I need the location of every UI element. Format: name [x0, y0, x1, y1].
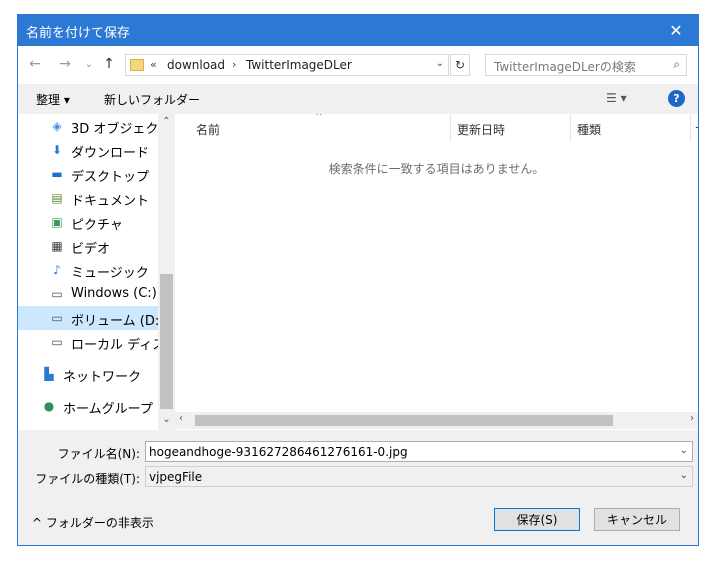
- new-folder-button[interactable]: 新しいフォルダー: [104, 91, 200, 108]
- videos-icon: ▦: [51, 239, 63, 253]
- search-placeholder: TwitterImageDLerの検索: [494, 60, 636, 74]
- filetype-value: vjpegFile: [149, 470, 203, 484]
- breadcrumb-separator[interactable]: ›: [232, 58, 236, 71]
- breadcrumb-download[interactable]: download: [167, 58, 225, 72]
- column-header-name[interactable]: 名前 ^: [175, 114, 451, 142]
- close-button[interactable]: ✕: [654, 15, 698, 46]
- tree-item-label: ドキュメント: [71, 194, 150, 209]
- drive-icon: ▭: [51, 311, 63, 325]
- tree-item[interactable]: ▬ デスクトップ: [18, 162, 158, 186]
- tree-item[interactable]: ▙ ネットワーク: [18, 362, 158, 386]
- tree-item[interactable]: ⬇ ダウンロード: [18, 138, 158, 162]
- tree-item-label: ピクチャ: [71, 218, 123, 233]
- organize-button[interactable]: 整理 ▾: [36, 91, 70, 108]
- filename-input[interactable]: hogeandhoge-931627286461276161-0.jpg ⌄: [145, 441, 693, 462]
- drive-windows-icon: ▭: [51, 287, 63, 301]
- filename-label: ファイル名(N):: [57, 447, 140, 461]
- tree-item-label: Windows (C:): [71, 286, 157, 301]
- filetype-select[interactable]: vjpegFile ⌄: [145, 466, 693, 487]
- cancel-button[interactable]: キャンセル: [594, 508, 680, 531]
- tree-item-label: ビデオ: [71, 242, 111, 257]
- tree-item[interactable]: ▣ ピクチャ: [18, 210, 158, 234]
- navigation-pane-scrollbar[interactable]: ⌃ ⌄: [158, 114, 175, 430]
- documents-icon: ▤: [51, 191, 63, 205]
- chevron-down-icon[interactable]: ⌄: [680, 470, 688, 481]
- music-icon: ♪: [53, 263, 61, 277]
- hide-folders-button[interactable]: ^ フォルダーの非表示: [32, 514, 154, 531]
- file-list-scrollbar[interactable]: ‹ ›: [175, 412, 698, 429]
- tree-item-label: ホームグループ: [63, 402, 153, 417]
- network-icon: ▙: [44, 367, 54, 381]
- column-header-size[interactable]: サ: [691, 114, 698, 142]
- scrollbar-thumb[interactable]: [195, 415, 613, 426]
- change-view-icon[interactable]: ☰ ▾: [606, 91, 627, 105]
- file-list: 名前 ^ 更新日時 種類 サ 検索条件に一致する項目はありません。 ‹ ›: [175, 114, 698, 430]
- column-header-modified[interactable]: 更新日時: [451, 114, 571, 142]
- refresh-button[interactable]: ↻: [450, 54, 470, 76]
- tree-item-label: ダウンロード: [71, 146, 150, 161]
- navigation-bar: ← → ⌄ ↑ « download › TwitterImageDLer ⌄ …: [18, 46, 698, 84]
- save-as-dialog: 名前を付けて保存 ✕ ← → ⌄ ↑ « download › TwitterI…: [17, 14, 699, 546]
- search-icon[interactable]: ⌕: [673, 57, 680, 72]
- drive-icon: ▭: [51, 335, 63, 349]
- command-bar: 整理 ▾ 新しいフォルダー ☰ ▾ ?: [18, 84, 698, 114]
- window-title: 名前を付けて保存: [26, 26, 131, 41]
- tree-item-label: デスクトップ: [71, 170, 150, 185]
- tree-item[interactable]: ▤ ドキュメント: [18, 186, 158, 210]
- navigation-pane: ◈ 3D オブジェクト ⬇ ダウンロード ▬ デスクトップ ▤ ドキュメント ▣ ピクチャ ▦ ビデオ…: [18, 114, 175, 430]
- download-icon: ⬇: [51, 143, 63, 157]
- scrollbar-thumb[interactable]: [160, 274, 173, 409]
- sort-ascending-icon: ^: [315, 114, 323, 122]
- tree-item[interactable]: ▭ ローカル ディスク: [18, 330, 175, 354]
- breadcrumb-overflow[interactable]: «: [150, 58, 157, 71]
- scroll-right-icon[interactable]: ›: [690, 413, 694, 424]
- save-button[interactable]: 保存(S): [494, 508, 580, 531]
- address-dropdown-icon[interactable]: ⌄: [436, 58, 444, 69]
- filetype-label: ファイルの種類(T):: [35, 472, 140, 486]
- pictures-icon: ▣: [51, 215, 63, 229]
- tree-item-label: ミュージック: [71, 266, 149, 281]
- cube-icon: ◈: [52, 119, 62, 133]
- forward-button[interactable]: →: [56, 54, 74, 74]
- tree-item-label: 3D オブジェクト: [71, 122, 172, 137]
- tree-item[interactable]: ♪ ミュージック: [18, 258, 158, 282]
- scroll-up-icon[interactable]: ⌃: [158, 116, 175, 127]
- tree-item-label: ボリューム (D:): [71, 314, 165, 329]
- tree-item[interactable]: ● ホームグループ: [18, 394, 158, 418]
- desktop-icon: ▬: [51, 167, 63, 181]
- back-button[interactable]: ←: [26, 54, 44, 74]
- title-bar: 名前を付けて保存 ✕: [18, 15, 698, 46]
- tree-item[interactable]: ▭ ボリューム (D:): [18, 306, 164, 330]
- column-header-type[interactable]: 種類: [571, 114, 691, 142]
- chevron-down-icon[interactable]: ⌄: [680, 445, 688, 456]
- empty-message: 検索条件に一致する項目はありません。: [328, 162, 545, 176]
- recent-locations-button[interactable]: ⌄: [80, 54, 98, 74]
- up-button[interactable]: ↑: [100, 54, 118, 74]
- tree-item[interactable]: ▦ ビデオ: [18, 234, 158, 258]
- search-box[interactable]: TwitterImageDLerの検索 ⌕: [485, 54, 687, 76]
- filename-value[interactable]: hogeandhoge-931627286461276161-0.jpg: [149, 445, 408, 459]
- tree-item-label: ネットワーク: [63, 370, 142, 385]
- breadcrumb-twitterimagedler[interactable]: TwitterImageDLer: [246, 58, 352, 72]
- scroll-left-icon[interactable]: ‹: [179, 413, 183, 424]
- tree-item[interactable]: ▭ Windows (C:): [18, 282, 158, 306]
- homegroup-icon: ●: [43, 399, 55, 413]
- tree-item[interactable]: ◈ 3D オブジェクト: [18, 114, 171, 138]
- address-bar[interactable]: « download › TwitterImageDLer ⌄: [125, 54, 449, 76]
- help-icon[interactable]: ?: [668, 90, 685, 107]
- scroll-down-icon[interactable]: ⌄: [158, 414, 175, 425]
- folder-icon: [130, 59, 144, 71]
